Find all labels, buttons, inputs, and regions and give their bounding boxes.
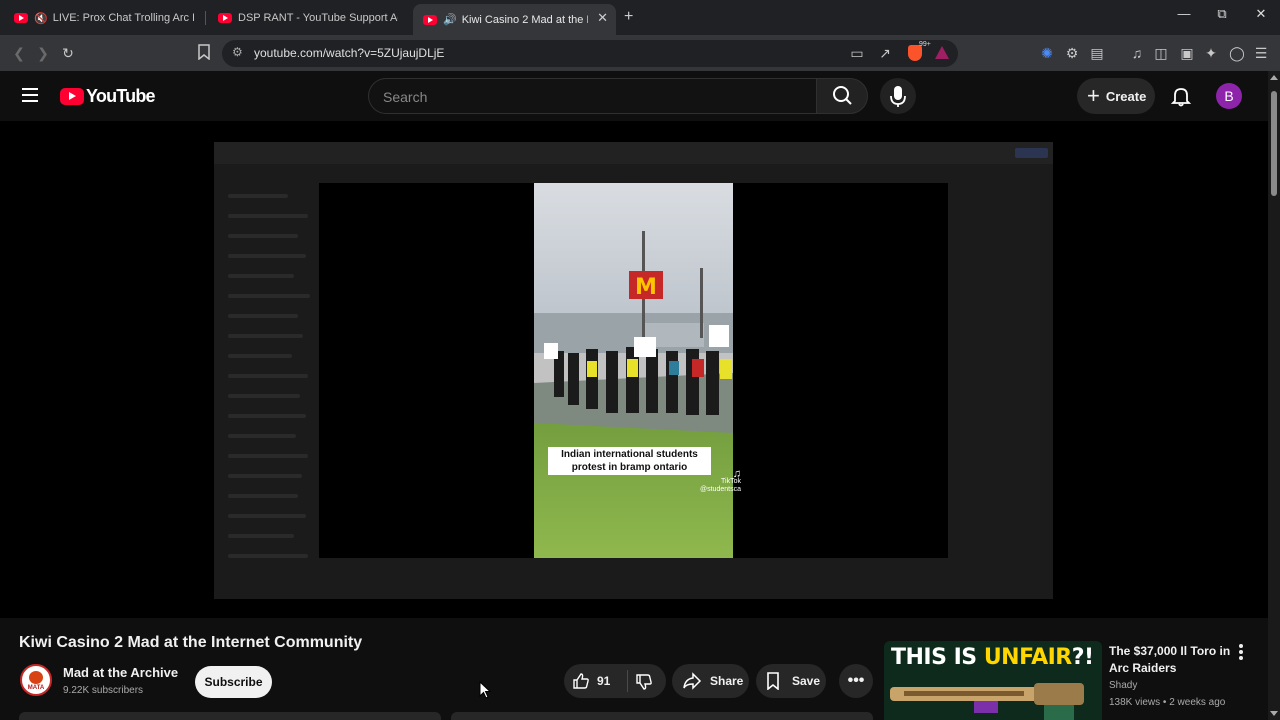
- youtube-header: YouTube Search + Create B: [0, 71, 1268, 121]
- scroll-down-icon[interactable]: [1270, 711, 1278, 716]
- youtube-logo[interactable]: YouTube: [60, 86, 156, 107]
- url-text: youtube.com/watch?v=5ZUjaujDLjE: [254, 46, 445, 60]
- recommended-channel[interactable]: Shady: [1109, 680, 1137, 691]
- share-page-icon[interactable]: ↗: [876, 44, 894, 62]
- forward-icon[interactable]: ❯: [34, 44, 52, 62]
- tab-title: Kiwi Casino 2 Mad at the Inte: [461, 13, 588, 26]
- new-tab-icon[interactable]: +: [624, 8, 633, 26]
- search-placeholder: Search: [383, 89, 428, 105]
- browser-menu-icon[interactable]: ☰: [1252, 44, 1270, 62]
- account-avatar[interactable]: B: [1216, 83, 1242, 109]
- description-box-edge[interactable]: [451, 712, 873, 720]
- recommended-video-title[interactable]: The $37,000 Il Toro in Arc Raiders: [1109, 643, 1237, 677]
- browser-tab[interactable]: 🔇 LIVE: Prox Chat Trolling Arc Raide: [4, 4, 204, 32]
- more-actions-button[interactable]: •••: [839, 664, 873, 698]
- like-dislike-group: 91: [564, 664, 666, 698]
- subscriber-count: 9.22K subscribers: [63, 685, 144, 696]
- description-box-edge[interactable]: [19, 712, 441, 720]
- recommended-video-meta: 138K views • 2 weeks ago: [1109, 697, 1226, 708]
- search-input[interactable]: Search: [368, 78, 816, 114]
- browser-tab[interactable]: DSP RANT - YouTube Support Agent: [208, 4, 408, 32]
- speaker-playing-icon[interactable]: 🔊: [443, 13, 457, 26]
- brave-badge: 99+: [919, 41, 931, 48]
- sidebar-icon[interactable]: ◫: [1152, 44, 1170, 62]
- page-scrollbar[interactable]: [1268, 71, 1280, 720]
- address-bar[interactable]: ⚙ youtube.com/watch?v=5ZUjaujDLjE ▭ ↗ 99…: [222, 40, 958, 67]
- close-tab-icon[interactable]: ✕: [597, 10, 608, 26]
- tab-title: DSP RANT - YouTube Support Agent: [238, 12, 398, 24]
- like-thumb-icon[interactable]: [572, 672, 590, 690]
- mascot-icon: [29, 671, 43, 684]
- recommendation-menu-icon[interactable]: [1234, 644, 1248, 662]
- guide-menu-icon[interactable]: [22, 88, 38, 102]
- share-button[interactable]: Share: [672, 664, 749, 698]
- microphone-icon: [890, 86, 906, 107]
- close-window-icon[interactable]: ✕: [1251, 6, 1271, 22]
- shotgun-image: [890, 683, 1084, 720]
- minimize-icon[interactable]: —: [1174, 6, 1194, 21]
- youtube-favicon-icon: [423, 14, 437, 25]
- notifications-bell-icon[interactable]: [1170, 85, 1192, 107]
- browser-toolbar: ❮ ❯ ↻ ⚙ youtube.com/watch?v=5ZUjaujDLjE …: [0, 35, 1280, 71]
- brave-rewards-icon[interactable]: [935, 46, 949, 59]
- youtube-favicon-icon: [14, 13, 28, 23]
- search-button[interactable]: [816, 78, 868, 114]
- like-count[interactable]: 91: [597, 674, 610, 688]
- muted-speaker-icon[interactable]: 🔇: [34, 12, 48, 25]
- subscribe-button[interactable]: Subscribe: [195, 666, 272, 698]
- bookmark-icon[interactable]: [195, 44, 213, 62]
- channel-name-link[interactable]: Mad at the Archive: [63, 665, 178, 680]
- dislike-thumb-icon[interactable]: [635, 673, 653, 691]
- wallet-icon[interactable]: ▣: [1178, 44, 1196, 62]
- leo-ai-icon[interactable]: ✦: [1202, 44, 1220, 62]
- youtube-play-logo-icon: [60, 88, 84, 105]
- restore-icon[interactable]: ⧉: [1212, 6, 1232, 22]
- tab-title: LIVE: Prox Chat Trolling Arc Raide: [52, 12, 194, 24]
- tab-divider: [205, 11, 206, 25]
- browser-tab-strip: 🔇 LIVE: Prox Chat Trolling Arc Raide DSP…: [0, 0, 1280, 35]
- reader-mode-icon[interactable]: ▤: [1088, 44, 1106, 62]
- plus-icon: +: [1087, 83, 1100, 108]
- youtube-favicon-icon: [218, 13, 232, 23]
- site-settings-icon[interactable]: ⚙: [232, 45, 243, 59]
- reload-icon[interactable]: ↻: [59, 44, 77, 62]
- extension-vpn-icon[interactable]: ✺: [1038, 44, 1056, 62]
- protest-scene-image: M: [534, 183, 733, 558]
- scroll-up-icon[interactable]: [1270, 75, 1278, 80]
- channel-avatar[interactable]: MATA: [20, 664, 52, 696]
- back-icon[interactable]: ❮: [10, 44, 28, 62]
- share-arrow-icon: [683, 672, 702, 690]
- search-icon: [833, 86, 852, 105]
- save-button[interactable]: Save: [756, 664, 826, 698]
- create-button[interactable]: + Create: [1077, 78, 1155, 114]
- recommended-video-thumbnail[interactable]: THIS IS UNFAIR?!: [884, 641, 1102, 720]
- extensions-icon[interactable]: ⚙: [1063, 44, 1081, 62]
- save-bookmark-icon: [767, 672, 779, 690]
- tiktok-clip: M: [534, 183, 733, 558]
- svg-text:M: M: [635, 275, 657, 300]
- browser-tab-active[interactable]: 🔊 Kiwi Casino 2 Mad at the Inte ✕: [413, 4, 616, 35]
- mouse-cursor-icon: [479, 681, 491, 699]
- thumbnail-headline: THIS IS UNFAIR?!: [891, 645, 1094, 670]
- video-caption-text: Indian international students protest in…: [548, 447, 711, 475]
- media-icon[interactable]: ♫: [1128, 44, 1146, 62]
- tiktok-watermark: ♫ TikTok @studentsca: [700, 468, 741, 494]
- voice-search-button[interactable]: [880, 78, 916, 114]
- video-title: Kiwi Casino 2 Mad at the Internet Commun…: [19, 634, 363, 651]
- scrollbar-thumb[interactable]: [1271, 91, 1277, 196]
- cast-icon[interactable]: ▭: [848, 44, 866, 62]
- vpn-shield-icon[interactable]: ◯: [1228, 44, 1246, 62]
